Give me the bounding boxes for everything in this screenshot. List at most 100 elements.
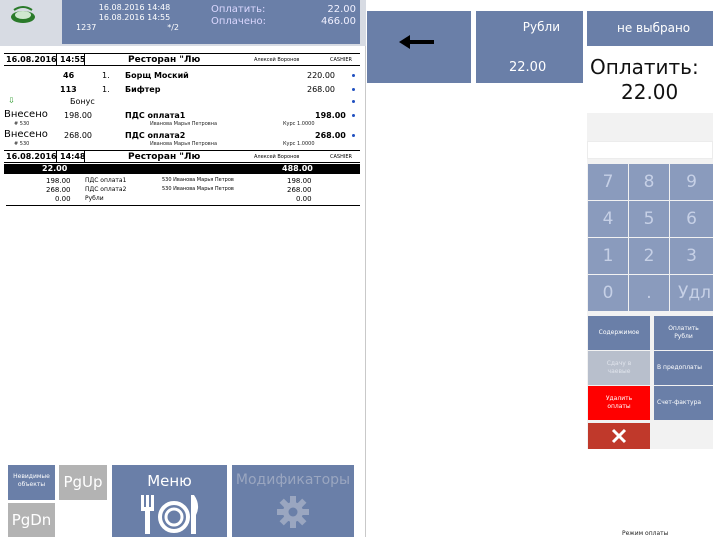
menu-label: Меню <box>147 472 192 490</box>
order-total-bar: 22.00 488.00 <box>4 164 360 174</box>
to-prepayment-button[interactable]: В предоплаты <box>654 351 713 385</box>
payment-amount: 268.00 <box>64 131 92 140</box>
summary-amount: 0.00 <box>55 195 71 203</box>
item-marker-icon <box>352 134 355 137</box>
payment-total: 268.00 <box>315 131 346 140</box>
key-3[interactable]: 3 <box>670 238 713 274</box>
invisible-objects-button[interactable]: Невидимые объекты <box>8 465 55 500</box>
key-8[interactable]: 8 <box>629 164 669 200</box>
order-place: Ресторан "Лю <box>128 152 201 162</box>
order-waiter: Алексей Воронов <box>254 154 300 160</box>
table-number: */2 <box>167 23 179 32</box>
bonus-arrow-icon: ⇩ <box>8 96 15 105</box>
delete-payments-label: Удалить <box>605 395 633 402</box>
payment-amount: 198.00 <box>64 111 92 120</box>
key-decimal[interactable]: . <box>629 275 669 311</box>
menu-button[interactable]: Меню <box>112 465 227 537</box>
summary-total: 0.00 <box>296 195 312 203</box>
item-code: 46 <box>63 71 75 80</box>
order-number: 1237 <box>76 23 97 32</box>
back-button[interactable] <box>367 11 471 83</box>
order-date: 16.08.2016 <box>6 152 57 161</box>
bonus-label: Бонус <box>70 97 95 106</box>
arrow-left-icon <box>399 35 434 49</box>
key-0[interactable]: 0 <box>588 275 628 311</box>
order-header-row: 16.08.2016 14:55 Ресторан "Лю Алексей Во… <box>4 53 360 66</box>
payment-label: Внесено <box>4 109 48 120</box>
currency-label: Рубли <box>522 20 560 34</box>
pgdn-button[interactable]: PgDn <box>8 503 55 537</box>
order-datetime-2: 16.08.2016 14:55 <box>98 13 171 22</box>
payment-rate: Курс 1.0000 <box>283 141 315 147</box>
pay-rubles-label: Оплатить <box>668 325 699 332</box>
pay-amount: 22.00 <box>621 80 679 104</box>
key-4[interactable]: 4 <box>588 201 628 237</box>
pay-title: Оплатить: <box>590 55 699 79</box>
change-to-tips-button[interactable]: Сдачу в чаевые <box>588 351 650 385</box>
item-marker-icon <box>352 74 355 77</box>
summary-method: ПДС оплата2 <box>85 186 127 193</box>
pgup-button[interactable]: PgUp <box>59 465 107 500</box>
invoice-button[interactable]: Счет-фактура <box>654 386 713 420</box>
pay-value: 22.00 <box>327 4 356 15</box>
item-marker-icon <box>352 114 355 117</box>
payment-method: ПДС оплата1 <box>125 111 186 120</box>
gear-icon <box>277 496 309 528</box>
payment-card: # 530 <box>14 141 30 147</box>
payment-card: # 530 <box>14 121 30 127</box>
order-time: 14:55 <box>60 55 86 64</box>
change-to-tips-label: чаевые <box>607 368 631 375</box>
summary-divider <box>6 205 360 206</box>
key-7[interactable]: 7 <box>588 164 628 200</box>
key-1[interactable]: 1 <box>588 238 628 274</box>
payment-person: Иванова Марья Петровна <box>150 121 218 127</box>
summary-person: 530 Иванова Марья Петров <box>162 177 234 183</box>
contents-button[interactable]: Содержимое <box>588 316 650 350</box>
item-name[interactable]: Бифтер <box>125 85 160 94</box>
invisible-objects-label: объекты <box>17 481 46 488</box>
summary-amount: 198.00 <box>46 177 71 185</box>
delete-payments-button[interactable]: Удалить оплаты <box>588 386 650 420</box>
key-5[interactable]: 5 <box>629 201 669 237</box>
payment-person: Иванова Марья Петровна <box>150 141 218 147</box>
order-cashier: CASHIER <box>330 57 352 63</box>
modifiers-label: Модификаторы <box>235 472 351 488</box>
plate-icon <box>141 495 199 534</box>
key-6[interactable]: 6 <box>670 201 713 237</box>
order-header-row: 16.08.2016 14:48 Ресторан "Лю Алексей Во… <box>4 150 360 163</box>
item-qty: 1. <box>102 71 110 80</box>
currency-rubles-button[interactable]: Рубли 22.00 <box>476 11 583 83</box>
order-date: 16.08.2016 <box>6 55 57 64</box>
order-datetime-1: 16.08.2016 14:48 <box>98 3 171 12</box>
order-total-right: 488.00 <box>282 164 313 173</box>
pay-rubles-button[interactable]: Оплатить Рубли <box>654 316 713 350</box>
item-name[interactable]: Борщ Моский <box>125 71 189 80</box>
paid-label: Оплачено: <box>211 16 267 27</box>
delete-payments-label: оплаты <box>607 403 631 410</box>
pay-label: Оплатить: <box>211 4 266 15</box>
payment-rate: Курс 1.0000 <box>283 121 315 127</box>
key-9[interactable]: 9 <box>670 164 713 200</box>
item-price: 268.00 <box>307 85 335 94</box>
summary-method: Рубли <box>85 195 104 202</box>
close-button[interactable] <box>588 423 650 449</box>
invisible-objects-label: Невидимые <box>13 473 50 480</box>
summary-person: 530 Иванова Марья Петров <box>162 186 234 192</box>
amount-input[interactable] <box>587 141 713 159</box>
order-time: 14:48 <box>60 152 86 161</box>
app-logo-icon <box>8 4 38 26</box>
item-marker-icon <box>352 88 355 91</box>
modifiers-button[interactable]: Модификаторы <box>232 465 354 537</box>
pay-rubles-label: Рубли <box>674 333 693 340</box>
payment-summary-box: Оплатить: 22.00 Оплачено: 466.00 <box>207 0 360 44</box>
paid-value: 466.00 <box>321 16 356 27</box>
key-2[interactable]: 2 <box>629 238 669 274</box>
payment-type-select[interactable]: не выбрано <box>587 11 713 46</box>
summary-total: 198.00 <box>287 177 312 185</box>
key-delete[interactable]: Удл <box>670 275 713 311</box>
payment-mode-label: Режим оплаты <box>622 530 669 537</box>
summary-method: ПДС оплата1 <box>85 177 127 184</box>
change-to-tips-label: Сдачу в <box>606 360 632 367</box>
currency-value: 22.00 <box>509 60 547 75</box>
order-panel: 16.08.2016 14:48 16.08.2016 14:55 1237 *… <box>0 0 366 537</box>
